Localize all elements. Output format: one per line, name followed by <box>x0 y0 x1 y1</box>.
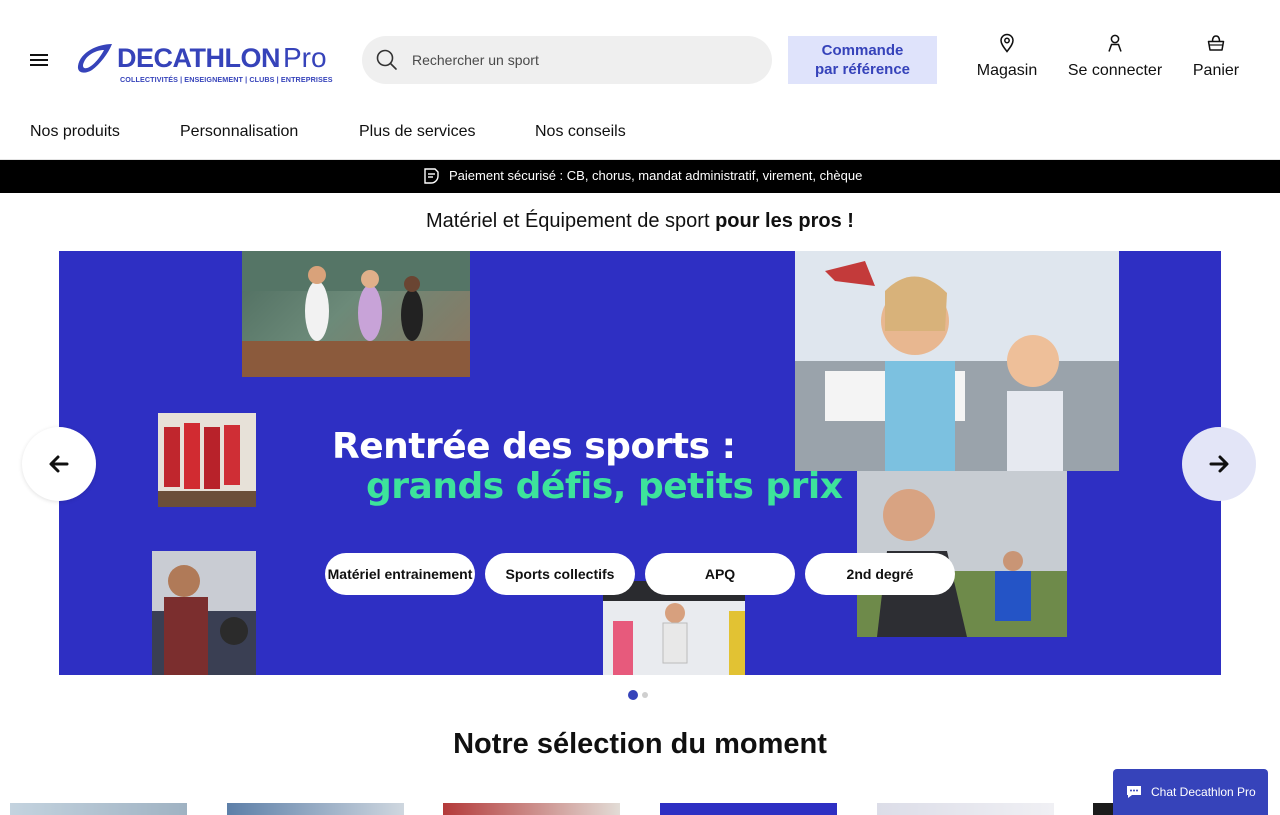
payment-info-text: Paiement sécurisé : CB, chorus, mandat a… <box>449 168 863 183</box>
tagline-bold: pour les pros ! <box>715 210 854 232</box>
product-card[interactable] <box>1093 803 1113 815</box>
logo-pro: Pro <box>283 42 327 73</box>
chat-bubble-icon <box>1127 786 1141 798</box>
product-card[interactable] <box>443 803 620 815</box>
carousel-dot-active[interactable] <box>628 690 638 700</box>
carousel-dot[interactable] <box>642 692 648 698</box>
carousel-next-button[interactable] <box>1182 427 1256 501</box>
carousel-prev-button[interactable] <box>22 427 96 501</box>
order-button-line1: Commande <box>821 42 904 59</box>
logo-swoosh-icon <box>77 44 112 73</box>
search-bar[interactable] <box>362 36 772 84</box>
login-label: Se connecter <box>1067 62 1163 79</box>
order-by-reference-button[interactable]: Commande par référence <box>788 36 937 84</box>
decathlon-pro-logo[interactable]: DECATHLON Pro COLLECTIVITÉS | ENSEIGNEME… <box>76 40 336 88</box>
nav-item-services[interactable]: Plus de services <box>359 123 476 141</box>
store-link[interactable]: Magasin <box>972 33 1042 83</box>
basket-icon <box>1207 35 1225 51</box>
page-tagline: Matériel et Équipement de sport pour les… <box>0 210 1280 233</box>
product-card[interactable] <box>227 803 404 815</box>
menu-icon[interactable] <box>26 48 52 74</box>
login-link[interactable]: Se connecter <box>1064 33 1166 83</box>
product-card[interactable] <box>660 803 837 815</box>
arrow-right-icon <box>1209 455 1229 473</box>
hero-button-training-gear[interactable]: Matériel entrainement <box>325 553 475 595</box>
hero-title-line2: grands défis, petits prix <box>366 466 843 507</box>
product-card[interactable] <box>877 803 1054 815</box>
site-header: DECATHLON Pro COLLECTIVITÉS | ENSEIGNEME… <box>0 0 1280 120</box>
location-pin-icon <box>1000 33 1014 53</box>
product-card[interactable] <box>10 803 187 815</box>
user-icon <box>1108 34 1122 52</box>
hero-button-secondary-school[interactable]: 2nd degré <box>805 553 955 595</box>
hero-button-team-sports[interactable]: Sports collectifs <box>485 553 635 595</box>
photo-coach <box>152 551 256 675</box>
chat-label: Chat Decathlon Pro <box>1151 785 1256 799</box>
selection-title: Notre sélection du moment <box>453 728 827 760</box>
hero-button-apq[interactable]: APQ <box>645 553 795 595</box>
nav-item-advice[interactable]: Nos conseils <box>535 123 626 141</box>
photo-girls-playground <box>795 251 1119 471</box>
photo-girl-gym <box>603 581 745 675</box>
secure-payment-icon <box>424 168 439 184</box>
search-input[interactable] <box>412 48 752 72</box>
cart-link[interactable]: Panier <box>1188 33 1244 83</box>
chat-button[interactable]: Chat Decathlon Pro <box>1113 769 1268 815</box>
nav-item-customization[interactable]: Personnalisation <box>180 123 298 141</box>
tagline-normal: Matériel et Équipement de sport <box>426 210 716 232</box>
logo-wordmark: DECATHLON <box>117 43 280 73</box>
arrow-left-icon <box>49 455 69 473</box>
cart-label: Panier <box>1192 62 1240 79</box>
nav-item-products[interactable]: Nos produits <box>30 123 120 141</box>
main-navigation: Nos produits Personnalisation Plus de se… <box>0 112 1280 160</box>
photo-jerseys-rack <box>158 413 256 507</box>
order-button-line2: par référence <box>814 61 911 78</box>
payment-info-bar: Paiement sécurisé : CB, chorus, mandat a… <box>0 160 1280 193</box>
hero-title-line1: Rentrée des sports : <box>332 426 736 467</box>
search-icon[interactable] <box>376 49 398 71</box>
store-label: Magasin <box>976 62 1038 79</box>
hero-banner[interactable]: Rentrée des sports : grands défis, petit… <box>59 251 1221 675</box>
photo-kids-running <box>242 251 470 377</box>
logo-tagline: COLLECTIVITÉS | ENSEIGNEMENT | CLUBS | E… <box>120 75 333 84</box>
